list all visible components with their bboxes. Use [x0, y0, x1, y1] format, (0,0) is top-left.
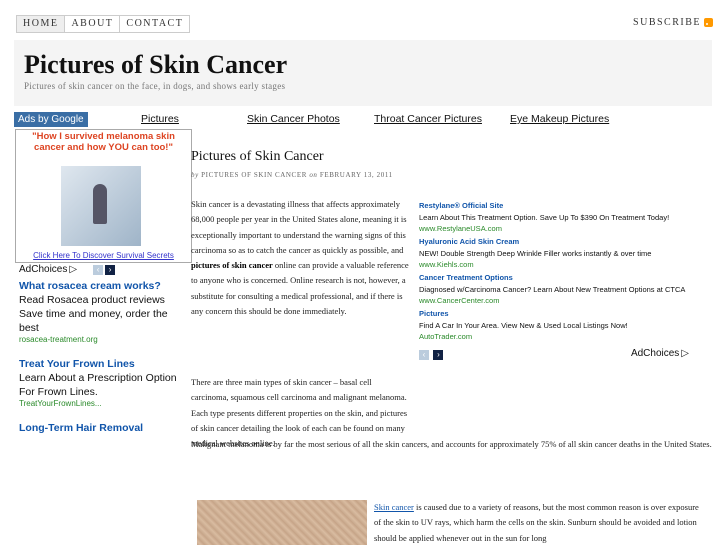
ad-headline: "How I survived melanoma skin cancer and…: [32, 131, 175, 153]
site-description: Pictures of skin cancer on the face, in …: [24, 81, 286, 91]
ad-title[interactable]: Long-Term Hair Removal: [19, 421, 179, 435]
ad-url[interactable]: AutoTrader.com: [419, 331, 709, 342]
skin-cancer-link[interactable]: Skin cancer: [374, 502, 414, 512]
ad-title[interactable]: What rosacea cream works?: [19, 279, 179, 293]
paragraph-text: Malignant melanoma is by far the most se…: [191, 439, 712, 449]
inline-ad-block: Restylane® Official Site Learn About Thi…: [419, 200, 709, 362]
post-date: FEBRUARY 13, 2011: [319, 171, 393, 179]
nav-about-link[interactable]: ABOUT: [65, 16, 121, 32]
subscribe-label: SUBSCRIBE: [633, 17, 701, 28]
ad-title[interactable]: Cancer Treatment Options: [419, 272, 709, 284]
post-author[interactable]: PICTURES OF SKIN CANCER: [201, 171, 307, 179]
next-ad-button[interactable]: ›: [433, 350, 444, 360]
adchoices-label: AdChoices: [19, 264, 68, 275]
inline-ad[interactable]: Hyaluronic Acid Skin Cream NEW! Double S…: [419, 236, 709, 270]
post-paragraph-3: Skin cancer is caused due to a variety o…: [374, 500, 699, 546]
ad-url[interactable]: www.CancerCenter.com: [419, 295, 709, 306]
prev-ad-button[interactable]: ‹: [93, 264, 104, 275]
adchoices-icon: ▷: [69, 264, 78, 275]
ad-url[interactable]: rosacea-treatment.org: [19, 335, 179, 345]
paragraph-text: is caused due to a variety of reasons, b…: [374, 502, 699, 543]
ad-link-skin-cancer-photos[interactable]: Skin Cancer Photos: [247, 113, 340, 125]
inline-adchoices[interactable]: AdChoices ▷: [631, 348, 689, 359]
ad-link-bar: Ads by Google Pictures Skin Cancer Photo…: [14, 112, 712, 128]
sidebar-ad-list: What rosacea cream works? Read Rosacea p…: [19, 279, 179, 447]
sidebar-ad[interactable]: What rosacea cream works? Read Rosacea p…: [19, 279, 179, 345]
top-navigation: HOME ABOUT CONTACT: [16, 15, 191, 33]
adchoices-icon: ▷: [681, 347, 689, 359]
ad-title[interactable]: Pictures: [419, 308, 709, 320]
ad-title[interactable]: Treat Your Frown Lines: [19, 357, 179, 371]
site-header: Pictures of Skin Cancer Pictures of skin…: [14, 40, 712, 106]
ad-description: Learn About This Treatment Option. Save …: [419, 213, 670, 222]
post-title[interactable]: Pictures of Skin Cancer: [191, 149, 324, 165]
post-paragraph-1: Skin cancer is a devastating illness tha…: [191, 197, 411, 319]
ad-link-pictures[interactable]: Pictures: [141, 113, 179, 125]
ad-url[interactable]: www.RestylaneUSA.com: [419, 223, 709, 234]
inline-ad-footer: ‹ › AdChoices ▷: [419, 344, 689, 362]
site-title[interactable]: Pictures of Skin Cancer: [24, 50, 287, 80]
inline-ad[interactable]: Restylane® Official Site Learn About Thi…: [419, 200, 709, 234]
ad-description: NEW! Double Strength Deep Wrinkle Filler…: [419, 249, 652, 258]
ad-description: Learn About a Prescription Option For Fr…: [19, 372, 177, 398]
ad-cta-link[interactable]: Click Here To Discover Survival Secrets: [16, 251, 191, 260]
keyword-bold: pictures of skin cancer: [191, 260, 273, 271]
nav-home-link[interactable]: HOME: [17, 16, 66, 32]
sidebar-ad[interactable]: Long-Term Hair Removal: [19, 421, 179, 435]
ad-title[interactable]: Hyaluronic Acid Skin Cream: [419, 236, 709, 248]
ad-description: Find A Car In Your Area. View New & Used…: [419, 321, 628, 330]
ad-description: Read Rosacea product reviews Save time a…: [19, 294, 168, 334]
byline-on: on: [309, 171, 318, 179]
melanoma-book-ad[interactable]: "How I survived melanoma skin cancer and…: [15, 129, 192, 263]
ad-link-throat-cancer-pictures[interactable]: Throat Cancer Pictures: [374, 113, 482, 125]
subscribe-link[interactable]: SUBSCRIBE: [633, 17, 713, 28]
ad-url[interactable]: TreatYourFrownLines...: [19, 399, 179, 409]
nav-contact-link[interactable]: CONTACT: [120, 16, 190, 32]
paragraph-text: Skin cancer is a devastating illness tha…: [191, 199, 407, 255]
next-ad-button[interactable]: ›: [105, 264, 116, 275]
adchoices-label: AdChoices: [630, 347, 680, 359]
ad-link-eye-makeup-pictures[interactable]: Eye Makeup Pictures: [510, 113, 609, 125]
post-byline: by PICTURES OF SKIN CANCER on FEBRUARY 1…: [191, 171, 393, 179]
post-paragraph-2-continued: Malignant melanoma is by far the most se…: [191, 437, 716, 452]
rss-icon: [704, 18, 713, 27]
prev-ad-button[interactable]: ‹: [419, 350, 429, 360]
inline-ad[interactable]: Cancer Treatment Options Diagnosed w/Car…: [419, 272, 709, 306]
byline-by: by: [191, 171, 199, 179]
sidebar-adchoices[interactable]: AdChoices ▷ ‹ ›: [19, 264, 116, 275]
ad-title[interactable]: Restylane® Official Site: [419, 200, 709, 212]
person-figure-icon: [93, 184, 107, 224]
book-cover-image: [61, 166, 141, 246]
sidebar-ad[interactable]: Treat Your Frown Lines Learn About a Pre…: [19, 357, 179, 409]
ad-url[interactable]: www.Kiehls.com: [419, 259, 709, 270]
ad-description: Diagnosed w/Carcinoma Cancer? Learn Abou…: [419, 285, 686, 294]
inline-ad[interactable]: Pictures Find A Car In Your Area. View N…: [419, 308, 709, 342]
skin-cancer-photo: [197, 500, 367, 545]
ads-by-google-label[interactable]: Ads by Google: [14, 112, 88, 127]
